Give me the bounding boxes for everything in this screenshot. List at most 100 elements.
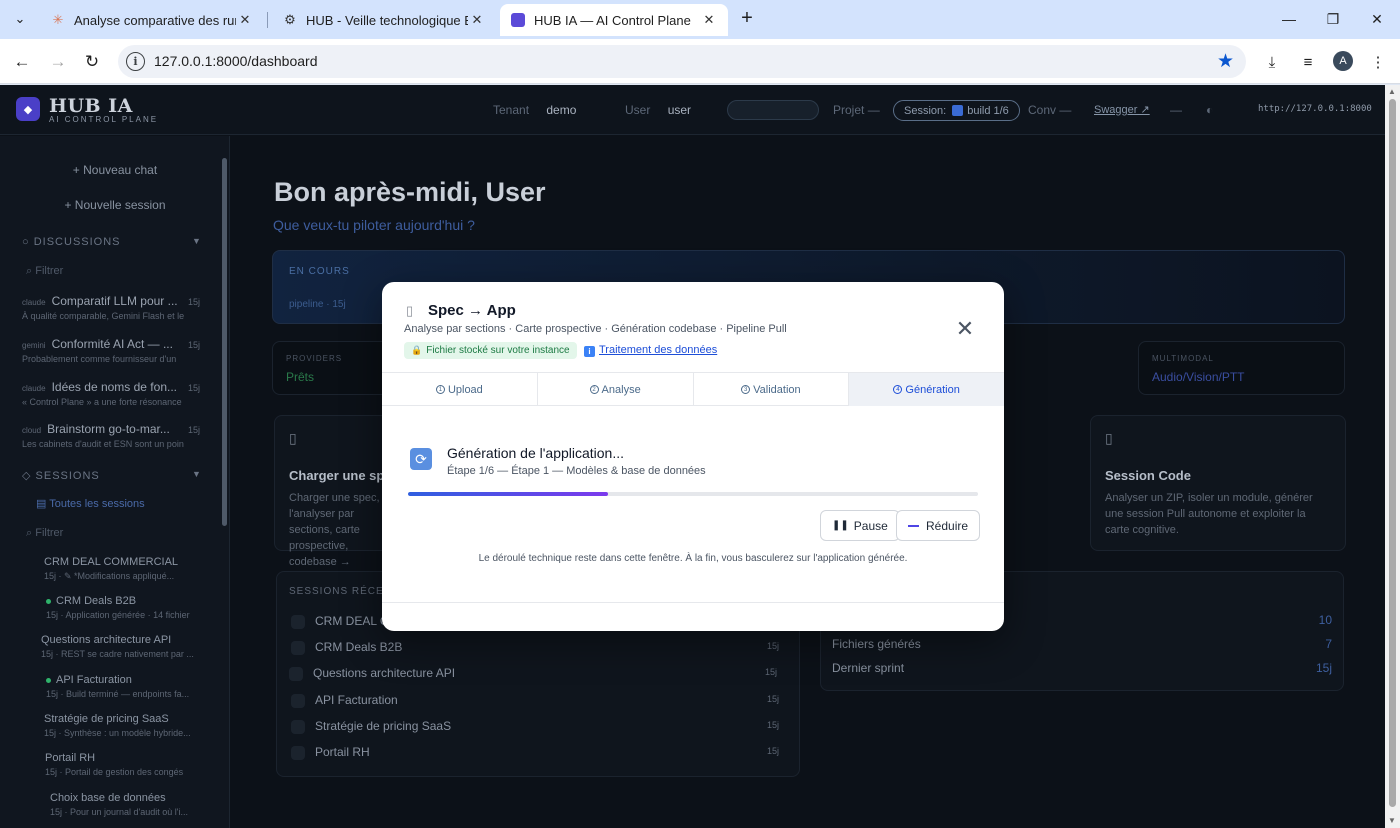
modal-subtitle: Analyse par sections · Carte prospective… xyxy=(404,323,787,335)
discussion-item[interactable]: gemini Conformité AI Act — ... 15j Probabl… xyxy=(22,337,200,364)
data-processing-link[interactable]: i Traitement des données xyxy=(584,344,717,357)
new-chat-button[interactable]: + Nouveau chat xyxy=(0,163,230,177)
step-upload[interactable]: 1 Upload xyxy=(382,373,538,406)
metric-row: Dernier sprint 15j xyxy=(832,661,1332,675)
discussion-item[interactable]: cloud Brainstorm go-to-mar... 15j Les cabi… xyxy=(22,422,200,449)
site-info-icon[interactable]: i xyxy=(126,52,145,71)
session-item[interactable]: Questions architecture API 15j · REST se… xyxy=(41,634,211,659)
chat-bubble-icon: ○ xyxy=(22,236,30,248)
download-icon[interactable]: ⤓ xyxy=(1260,50,1284,74)
recent-session-item[interactable]: Portail RH 15j xyxy=(291,745,791,760)
profile-avatar[interactable]: A xyxy=(1333,51,1353,71)
forward-icon[interactable]: → xyxy=(46,50,70,74)
page-scroll-thumb[interactable] xyxy=(1389,99,1396,807)
conv-indicator[interactable]: Conv — xyxy=(1028,103,1071,117)
close-tab-icon[interactable]: ✕ xyxy=(468,11,486,29)
browser-menu-icon[interactable]: ⋮ xyxy=(1366,50,1390,74)
openai-icon: ⚙ xyxy=(284,12,296,27)
phone-icon: ▯ xyxy=(1105,430,1113,446)
session-meta: 15j · ✎ *Modifications appliqué... xyxy=(44,571,175,581)
close-tab-icon[interactable]: ✕ xyxy=(236,11,254,29)
discussion-item[interactable]: claude Idées de noms de fon... 15j « Contr… xyxy=(22,380,200,407)
header-dash: — xyxy=(1170,103,1182,117)
new-tab-icon[interactable]: + xyxy=(736,8,758,30)
user-value: user xyxy=(667,103,692,117)
discussions-label: DISCUSSIONS xyxy=(33,236,121,248)
session-item[interactable]: Portail RH 15j · Portail de gestion des … xyxy=(45,752,215,777)
session-item[interactable]: CRM Deals B2B 15j · Application générée … xyxy=(46,595,216,620)
user-label: User xyxy=(625,103,651,117)
browser-tab-3[interactable]: HUB IA — AI Control Plane ✕ xyxy=(500,4,728,36)
tab-search-chevron-icon[interactable]: ⌄ xyxy=(8,7,32,31)
modal-close-icon[interactable]: ✕ xyxy=(954,318,976,340)
session-bullet-icon xyxy=(291,745,305,760)
header-search-pill[interactable] xyxy=(727,100,819,120)
user-selector[interactable]: User user xyxy=(625,103,691,117)
discussion-item[interactable]: claude Comparatif LLM pour ... 15j À quali… xyxy=(22,294,200,321)
browser-tab-2[interactable]: ⚙ HUB - Veille technologique Bas ✕ xyxy=(272,4,496,36)
session-bullet-icon xyxy=(291,640,305,655)
sidebar: + Nouveau chat + Nouvelle session ○ DISC… xyxy=(0,136,230,828)
session-badge[interactable]: Session: build 1/6 xyxy=(893,100,1020,121)
sessions-heading[interactable]: ◇ SESSIONS ▼ xyxy=(22,469,201,482)
page-scrollbar[interactable]: ▲ ▼ xyxy=(1385,85,1400,828)
sessions-filter-input[interactable]: ⌕ Filtrer xyxy=(26,527,63,540)
address-bar[interactable]: i 127.0.0.1:8000/dashboard ★ xyxy=(118,45,1246,78)
conv-label: Conv xyxy=(1028,103,1057,117)
spec-to-app-modal: ▯ Spec → App Analyse par sections · Cart… xyxy=(382,282,1004,631)
step-label: Validation xyxy=(753,383,801,396)
provider-tag: claude xyxy=(22,298,46,307)
scroll-down-icon[interactable]: ▼ xyxy=(1388,816,1396,825)
step-validation[interactable]: 3 Validation xyxy=(694,373,850,406)
close-tab-icon[interactable]: ✕ xyxy=(700,11,718,29)
session-bullet-icon xyxy=(289,666,303,681)
session-code-card[interactable]: ▯ Session Code Analyser un ZIP, isoler u… xyxy=(1090,415,1346,551)
session-meta: 15j · Build terminé — endpoints fa... xyxy=(46,689,190,699)
discussions-filter-input[interactable]: ⌕ Filtrer xyxy=(26,265,63,278)
browser-tab-1[interactable]: ✳ Analyse comparative des runs p ✕ xyxy=(40,4,264,36)
new-session-button[interactable]: + Nouvelle session xyxy=(0,198,230,212)
sessions-label: SESSIONS xyxy=(35,470,100,482)
chevron-down-icon[interactable]: ▼ xyxy=(192,469,202,479)
media-controls-icon[interactable]: ≡ xyxy=(1296,50,1320,74)
recent-session-item[interactable]: Questions architecture API 15j xyxy=(289,666,789,681)
conv-value: — xyxy=(1059,103,1072,117)
metric-value: 10 xyxy=(1318,613,1332,627)
storage-badge: 🔒 Fichier stocké sur votre instance xyxy=(404,342,577,359)
window-close-icon[interactable]: ✕ xyxy=(1362,8,1392,30)
stepper: 1 Upload 2 Analyse 3 Validation 4 Génération xyxy=(382,373,1004,406)
back-icon[interactable]: ← xyxy=(10,50,34,74)
metric-value: 15j xyxy=(1315,661,1332,675)
restore-icon[interactable]: ❐ xyxy=(1318,8,1348,30)
projet-indicator[interactable]: Projet — xyxy=(833,103,880,117)
minimize-icon[interactable]: — xyxy=(1274,8,1304,30)
session-item[interactable]: API Facturation 15j · Build terminé — en… xyxy=(46,674,216,699)
pause-button[interactable]: ❚❚ Pause xyxy=(820,510,900,541)
session-title: CRM DEAL COMMERCIAL xyxy=(44,556,179,568)
reload-icon[interactable]: ↻ xyxy=(80,50,104,74)
reduce-button[interactable]: Réduire xyxy=(896,510,981,541)
step-generation[interactable]: 4 Génération xyxy=(849,373,1004,406)
recent-session-age: 15j xyxy=(766,694,779,704)
all-sessions-label: Toutes les sessions xyxy=(49,498,145,510)
step-number-icon: 2 xyxy=(589,385,599,394)
all-sessions-link[interactable]: ▤ Toutes les sessions xyxy=(36,497,145,510)
discussions-heading[interactable]: ○ DISCUSSIONS ▼ xyxy=(22,236,201,248)
greeting-title: Bon après-midi, User xyxy=(274,177,546,207)
swagger-link[interactable]: Swagger ↗ xyxy=(1094,103,1150,116)
session-item[interactable]: Choix base de données 15j · Pour un jour… xyxy=(50,792,220,817)
bookmark-star-icon[interactable]: ★ xyxy=(1217,50,1234,73)
recent-session-item[interactable]: CRM Deals B2B 15j xyxy=(291,640,791,655)
recent-session-item[interactable]: Stratégie de pricing SaaS 15j xyxy=(291,719,791,734)
theme-toggle-icon[interactable]: ◐ xyxy=(1206,103,1213,117)
recent-session-item[interactable]: API Facturation 15j xyxy=(291,693,791,708)
provider-tag: gemini xyxy=(22,341,46,350)
scroll-up-icon[interactable]: ▲ xyxy=(1388,87,1396,96)
sidebar-scroll-thumb[interactable] xyxy=(222,158,227,526)
sidebar-scrollbar[interactable] xyxy=(221,146,228,828)
session-item[interactable]: Stratégie de pricing SaaS 15j · Synthèse… xyxy=(44,713,214,738)
tenant-selector[interactable]: Tenant demo xyxy=(493,103,576,117)
session-item[interactable]: CRM DEAL COMMERCIAL 15j · ✎ *Modificatio… xyxy=(44,556,214,582)
step-analyse[interactable]: 2 Analyse xyxy=(538,373,694,406)
chevron-down-icon[interactable]: ▼ xyxy=(192,236,202,246)
